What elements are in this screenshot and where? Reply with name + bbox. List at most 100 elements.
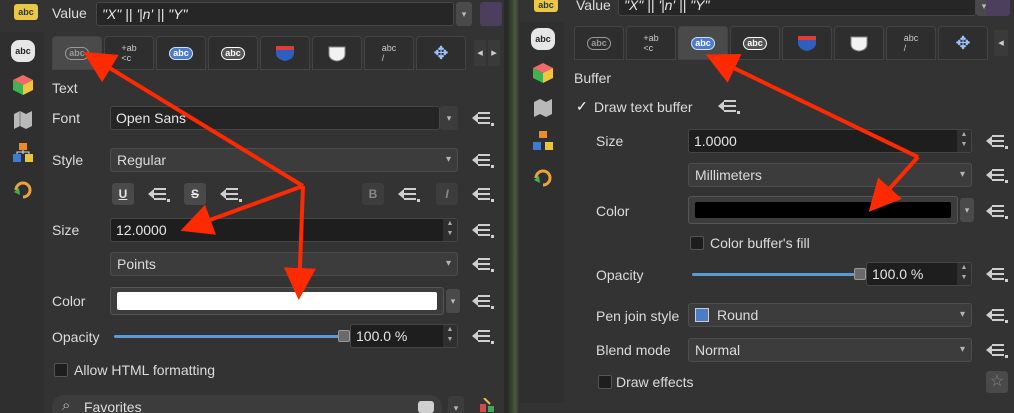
strikeout-data-defined-icon[interactable] [220, 185, 242, 203]
text-tab-icon[interactable]: abc [531, 28, 555, 50]
color-dropdown[interactable]: ▾ [446, 289, 460, 313]
tab-scroll-left-button[interactable]: ◂ [474, 40, 486, 66]
buffer-color-dropdown[interactable]: ▾ [960, 198, 974, 222]
size-data-defined-icon[interactable] [472, 221, 494, 239]
tab-text[interactable]: abc [574, 26, 624, 60]
italic-data-defined-icon[interactable] [472, 185, 494, 203]
favorites-dropdown[interactable]: ▾ [448, 396, 464, 413]
tab-background[interactable] [782, 26, 832, 60]
value-expression-field[interactable]: "X" || '|n' || "Y" [96, 2, 454, 26]
pen-join-combo[interactable]: Round ▾ [688, 303, 972, 327]
clear-search-icon[interactable] [418, 401, 434, 413]
underline-button[interactable]: U [112, 183, 134, 205]
buffer-color-label: Color [596, 203, 630, 219]
effects-star-icon[interactable]: ☆ [986, 371, 1008, 393]
rendering-icon[interactable] [531, 130, 555, 152]
buffer-color-button[interactable] [688, 196, 958, 224]
buffer-tab-pill: abc [169, 46, 193, 60]
color-button[interactable] [110, 287, 444, 315]
tab-mask[interactable]: abc [208, 36, 258, 70]
draw-buffer-label: Draw text buffer [594, 99, 693, 115]
callout-icon[interactable] [11, 178, 35, 200]
buffer-unit-combo[interactable]: Millimeters ▾ [688, 163, 972, 187]
buffer-opacity-data-defined-icon[interactable] [986, 265, 1008, 283]
mask-tab-pill: abc [743, 36, 767, 50]
value-label: Value [576, 0, 611, 13]
opacity-data-defined-icon[interactable] [472, 327, 494, 345]
buffer-unit-data-defined-icon[interactable] [986, 166, 1008, 184]
blend-mode-combo[interactable]: Normal ▾ [688, 338, 972, 362]
expression-builder-icon[interactable] [986, 0, 1010, 16]
move-arrows-icon: ✥ [433, 42, 449, 63]
underline-data-defined-icon[interactable] [148, 185, 170, 203]
style-manager-icon[interactable] [478, 397, 496, 413]
italic-button[interactable]: I [436, 183, 458, 205]
opacity-spinner[interactable]: ▲ ▼ [443, 325, 457, 347]
strikeout-button[interactable]: S [184, 183, 206, 205]
size-value: 12.0000 [116, 222, 167, 238]
opacity-value: 100.0 % [356, 328, 408, 344]
blend-mode-data-defined-icon[interactable] [986, 341, 1008, 359]
formatting-icon: +ab <c [121, 43, 137, 63]
size-field[interactable]: 12.0000 ▲ ▼ [110, 218, 458, 242]
size-spinner[interactable]: ▲ ▼ [443, 219, 457, 241]
draw-effects-checkbox[interactable] [598, 375, 612, 389]
map-placement-icon[interactable] [11, 108, 35, 130]
font-field[interactable]: Open Sans [110, 106, 440, 130]
color-buffer-fill-checkbox[interactable] [690, 236, 704, 250]
tab-shadow[interactable] [312, 36, 362, 70]
buffer-opacity-field[interactable]: 100.0 % ▲ ▼ [866, 262, 972, 286]
map-placement-icon[interactable] [531, 96, 555, 118]
tab-text[interactable]: abc [52, 36, 102, 70]
tab-background[interactable] [260, 36, 310, 70]
favorites-search-box[interactable]: ⌕ Favorites [52, 395, 442, 413]
rendering-icon[interactable] [11, 142, 35, 164]
opacity-slider-handle[interactable] [338, 330, 350, 342]
opacity-slider-track[interactable] [114, 335, 340, 338]
buffer-opacity-spinner[interactable]: ▲ ▼ [957, 263, 971, 285]
tab-scroll-left-button[interactable]: ◂ [994, 30, 1008, 56]
font-data-defined-icon[interactable] [472, 109, 494, 127]
buffer-color-data-defined-icon[interactable] [986, 202, 1008, 220]
tab-buffer[interactable]: abc [678, 26, 728, 60]
value-dropdown-button[interactable]: ▾ [456, 2, 472, 26]
search-value: Favorites [84, 399, 142, 413]
tab-formatting[interactable]: +ab <c [626, 26, 676, 60]
value-expression-field[interactable]: "X" || '|n' || "Y" [618, 0, 976, 16]
callout-icon[interactable] [531, 166, 555, 188]
buffer-size-field[interactable]: 1.0000 ▲ ▼ [688, 129, 972, 153]
font-dropdown[interactable]: ▾ [440, 106, 458, 130]
tab-placement[interactable]: ✥ [416, 36, 466, 70]
style-data-defined-icon[interactable] [472, 151, 494, 169]
buffer-opacity-slider-track[interactable] [692, 273, 856, 276]
unit-data-defined-icon[interactable] [472, 255, 494, 273]
draw-buffer-checkbox[interactable]: ✓ [576, 98, 588, 115]
symbol-cube-icon[interactable] [11, 74, 35, 96]
symbol-cube-icon[interactable] [531, 62, 555, 84]
buffer-opacity-slider-handle[interactable] [854, 268, 866, 280]
bold-data-defined-icon[interactable] [398, 185, 420, 203]
color-label: Color [52, 293, 86, 309]
bold-button[interactable]: B [362, 183, 384, 205]
color-data-defined-icon[interactable] [472, 292, 494, 310]
draw-buffer-data-defined-icon[interactable] [718, 97, 740, 115]
pen-join-data-defined-icon[interactable] [986, 306, 1008, 324]
callouts-icon: abc / [381, 43, 397, 63]
shadow-balloon-icon [328, 46, 346, 62]
tab-mask[interactable]: abc [730, 26, 780, 60]
text-tab-icon[interactable]: abc [11, 40, 35, 62]
expression-builder-icon[interactable] [480, 2, 502, 26]
buffer-size-data-defined-icon[interactable] [986, 132, 1008, 150]
tab-scroll-right-button[interactable]: ▸ [488, 40, 500, 66]
style-combo[interactable]: Regular ▾ [110, 148, 458, 172]
opacity-field[interactable]: 100.0 % ▲ ▼ [350, 324, 458, 348]
tab-buffer[interactable]: abc [156, 36, 206, 70]
tab-shadow[interactable] [834, 26, 884, 60]
buffer-size-spinner[interactable]: ▲ ▼ [957, 130, 971, 152]
tab-placement[interactable]: ✥ [938, 26, 988, 60]
tab-callouts[interactable]: abc / [886, 26, 936, 60]
html-formatting-checkbox[interactable] [54, 363, 68, 377]
tab-formatting[interactable]: +ab <c [104, 36, 154, 70]
tab-callouts[interactable]: abc / [364, 36, 414, 70]
size-unit-combo[interactable]: Points ▾ [110, 252, 458, 276]
